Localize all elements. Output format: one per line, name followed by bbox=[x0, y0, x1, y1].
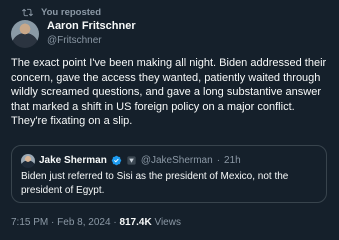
quote-timestamp[interactable]: 21h bbox=[224, 155, 241, 166]
author-handle[interactable]: @Fritschner bbox=[47, 34, 136, 47]
meta-separator-2: · bbox=[113, 217, 117, 228]
quote-author-name: Jake Sherman bbox=[39, 155, 107, 166]
views-count[interactable]: 817.4K bbox=[119, 217, 151, 228]
tweet-date[interactable]: Feb 8, 2024 bbox=[57, 217, 110, 228]
quote-author-handle: @JakeSherman bbox=[140, 155, 213, 166]
quote-text: Biden just referred to Sisi as the presi… bbox=[21, 171, 289, 196]
affiliate-badge-icon bbox=[127, 156, 136, 165]
verified-icon bbox=[111, 155, 122, 166]
meta-separator: · bbox=[51, 217, 55, 228]
tweet-meta: 7:15 PM · Feb 8, 2024 · 817.4K Views bbox=[11, 217, 181, 228]
tweet-time[interactable]: 7:15 PM bbox=[11, 217, 48, 228]
tweet-text: The exact point I've been making all nig… bbox=[11, 57, 327, 127]
author-name[interactable]: Aaron Fritschner bbox=[47, 20, 136, 33]
quote-avatar bbox=[21, 153, 35, 168]
author-info[interactable]: Aaron Fritschner @Fritschner bbox=[47, 20, 136, 47]
quote-tweet[interactable]: Jake Sherman @JakeSherman · 21h Biden ju… bbox=[11, 145, 327, 203]
repost-label: You reposted bbox=[41, 6, 101, 18]
quote-separator: · bbox=[216, 155, 221, 166]
repost-icon bbox=[22, 8, 33, 16]
author-avatar[interactable] bbox=[11, 20, 39, 48]
quote-header: Jake Sherman @JakeSherman · 21h bbox=[21, 153, 317, 168]
repost-indicator: You reposted bbox=[22, 5, 101, 19]
views-label: Views bbox=[154, 217, 181, 228]
